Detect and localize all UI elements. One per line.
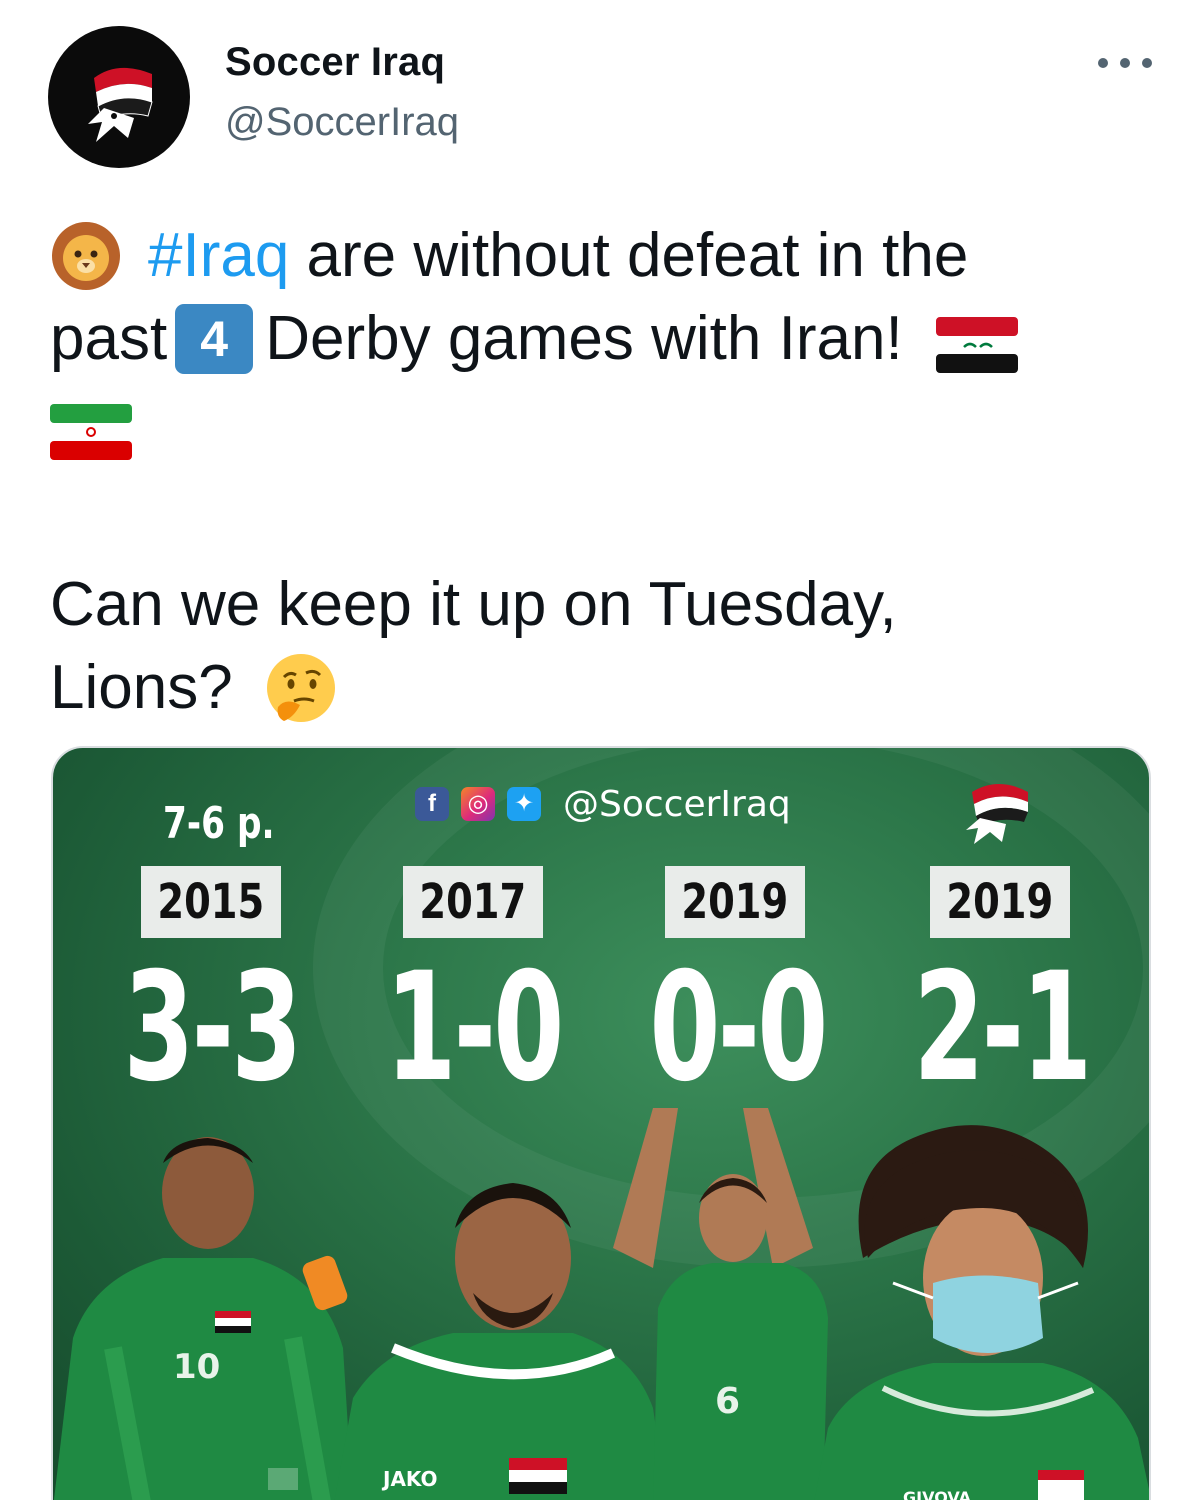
match-year: 2019 [665, 866, 805, 938]
tweet-media-image[interactable]: 7-6 p. f ◎ ✦ @SoccerIraq 2015 2017 2019 … [51, 746, 1151, 1500]
match-score: 0-0 [648, 941, 828, 1115]
shirt-number: 10 [173, 1347, 220, 1387]
kit-brand: JAKO [381, 1467, 438, 1491]
tweet-line-4: Lions? [50, 646, 1130, 729]
user-handle[interactable]: @SoccerIraq [225, 100, 459, 145]
player-figure: GIVOVA [814, 1125, 1149, 1500]
match-year: 2017 [403, 866, 543, 938]
match-score: 3-3 [122, 941, 302, 1115]
twitter-icon: ✦ [507, 787, 541, 821]
iraq-flag-emoji-icon [935, 311, 1018, 373]
thinking-face-emoji-icon [264, 651, 338, 725]
more-dot-icon [1120, 58, 1130, 68]
tweet-text: #Iraq are without defeat in the past 4 Der… [50, 214, 1130, 729]
tweet-line-3: Can we keep it up on Tuesday, [50, 570, 897, 639]
more-options-button[interactable] [1098, 48, 1152, 78]
goat-logo-icon [88, 67, 153, 142]
facebook-icon: f [415, 787, 449, 821]
tweet-text-span: are without defeat in the [289, 221, 969, 290]
media-handle: @SoccerIraq [563, 783, 791, 825]
tweet-header: Soccer Iraq @SoccerIraq [48, 26, 1158, 168]
penalty-note: 7-6 p. [163, 798, 275, 849]
tweet-line-2: past 4 Derby games with Iran! [50, 297, 1130, 380]
tweet-text-span: Lions? [50, 653, 233, 722]
match-year: 2019 [930, 866, 1070, 938]
match-score: 2-1 [912, 941, 1092, 1115]
more-dot-icon [1142, 58, 1152, 68]
social-handles: f ◎ ✦ @SoccerIraq [415, 783, 791, 825]
player-figure: JAKO [334, 1183, 667, 1500]
kit-brand: GIVOVA [903, 1488, 972, 1500]
goat-logo-icon [958, 770, 1038, 850]
lion-face-emoji-icon [50, 220, 122, 292]
iran-flag-emoji-icon [50, 398, 132, 460]
tweet-text-span: past [50, 304, 168, 373]
match-year: 2015 [141, 866, 281, 938]
keycap-four-emoji-icon: 4 [175, 303, 254, 374]
instagram-icon: ◎ [461, 787, 495, 821]
hashtag-link[interactable]: #Iraq [148, 221, 289, 290]
shirt-number: 6 [715, 1381, 740, 1422]
tweet-line-flag [50, 380, 1130, 463]
players-illustration: 10 JAKO 6 GIVOVA [53, 1108, 1149, 1500]
more-dot-icon [1098, 58, 1108, 68]
player-figure: 10 [53, 1137, 353, 1500]
tweet-line-1: #Iraq are without defeat in the [50, 214, 1130, 297]
match-score: 1-0 [384, 941, 564, 1115]
tweet-text-span: Derby games with Iran! [265, 304, 903, 373]
display-name[interactable]: Soccer Iraq [225, 40, 445, 85]
avatar[interactable] [48, 26, 190, 168]
